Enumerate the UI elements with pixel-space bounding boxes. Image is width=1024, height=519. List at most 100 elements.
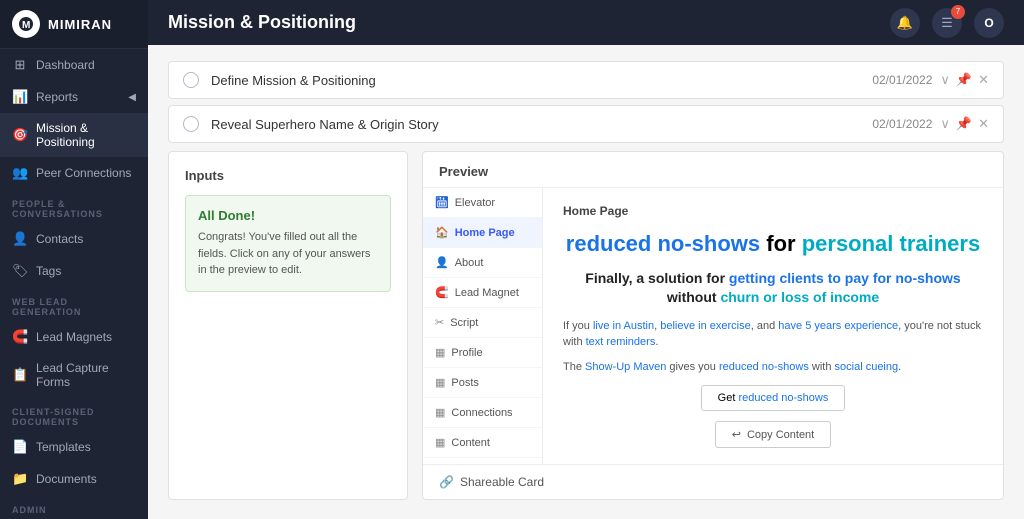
- preview-nav-elevator[interactable]: 🛗 Elevator: [423, 188, 542, 218]
- lead-magnet-nav-icon: 🧲: [435, 286, 449, 299]
- hero-headline-teal[interactable]: personal trainers: [802, 231, 981, 256]
- user-button[interactable]: O: [974, 8, 1004, 38]
- templates-icon: 📄: [12, 439, 28, 455]
- preview-nav-script[interactable]: ✂ Script: [423, 308, 542, 338]
- task-close-2[interactable]: ✕: [978, 116, 989, 132]
- section-label-people: People & Conversations: [0, 189, 148, 223]
- preview-nav-content[interactable]: ▦ Content: [423, 428, 542, 458]
- task-chevron-2[interactable]: ∨: [940, 116, 950, 132]
- body1-mid2: , and: [751, 320, 779, 332]
- posts-icon: ▦: [435, 376, 445, 389]
- preview-nav-about[interactable]: 👤 About: [423, 248, 542, 278]
- body2-link3[interactable]: social cueing: [835, 361, 899, 373]
- task-pin-1[interactable]: 📌: [956, 72, 972, 88]
- body2-mid: gives you: [666, 361, 719, 373]
- logo-text: MIMIRAN: [48, 17, 112, 32]
- all-done-box: All Done! Congrats! You've filled out al…: [185, 195, 391, 292]
- bell-icon: 🔔: [897, 15, 913, 31]
- preview-body: 🛗 Elevator 🏠 Home Page 👤 About 🧲: [423, 187, 1003, 464]
- cta-link[interactable]: reduced no-shows: [738, 392, 828, 404]
- sidebar-item-tags[interactable]: 🏷 Tags: [0, 255, 148, 287]
- task-label-1: Define Mission & Positioning: [211, 73, 872, 88]
- hero-sub: Finally, a solution for getting clients …: [563, 269, 983, 308]
- elevator-icon: 🛗: [435, 196, 449, 209]
- preview-panel: Preview 🛗 Elevator 🏠 Home Page �: [422, 151, 1004, 500]
- sidebar-item-lead-capture[interactable]: 📋 Lead Capture Forms: [0, 353, 148, 397]
- preview-nav-homepage[interactable]: 🏠 Home Page: [423, 218, 542, 248]
- preview-nav-connections-label: Connections: [451, 407, 512, 419]
- task-chevron-1[interactable]: ∨: [940, 72, 950, 88]
- copy-button[interactable]: ↩ Copy Content: [715, 421, 831, 448]
- preview-page-heading: Home Page: [563, 204, 983, 218]
- sidebar-item-mission[interactable]: 🎯 Mission & Positioning: [0, 113, 148, 157]
- menu-button[interactable]: ☰ 7: [932, 8, 962, 38]
- lead-magnets-icon: 🧲: [12, 329, 28, 345]
- preview-nav-content-label: Content: [451, 437, 490, 449]
- inputs-panel: Inputs All Done! Congrats! You've filled…: [168, 151, 408, 500]
- tags-icon: 🏷: [12, 263, 28, 279]
- topbar: Mission & Positioning 🔔 ☰ 7 O: [148, 0, 1024, 45]
- task-actions-2: ∨ 📌 ✕: [940, 116, 989, 132]
- contacts-icon: 👤: [12, 231, 28, 247]
- task-checkbox-2[interactable]: [183, 116, 199, 132]
- mission-icon: 🎯: [12, 127, 28, 143]
- notification-button[interactable]: 🔔: [890, 8, 920, 38]
- task-checkbox-1[interactable]: [183, 72, 199, 88]
- section-label-admin: Admin: [0, 495, 148, 519]
- hero-sub-blue[interactable]: getting clients to pay for no-shows: [729, 270, 961, 286]
- panels: Inputs All Done! Congrats! You've filled…: [168, 151, 1004, 500]
- sidebar-item-documents[interactable]: 📁 Documents: [0, 463, 148, 495]
- sidebar-item-lead-magnets[interactable]: 🧲 Lead Magnets: [0, 321, 148, 353]
- task-close-1[interactable]: ✕: [978, 72, 989, 88]
- section-label-web: Web Lead Generation: [0, 287, 148, 321]
- preview-title: Preview: [423, 152, 1003, 187]
- lead-capture-icon: 📋: [12, 367, 28, 383]
- sidebar-item-dashboard[interactable]: ⊞ Dashboard: [0, 49, 148, 81]
- menu-badge: 7: [951, 5, 965, 19]
- body1-link4[interactable]: text reminders: [586, 336, 656, 348]
- all-done-title: All Done!: [198, 208, 378, 223]
- sidebar-item-mission-label: Mission & Positioning: [36, 121, 136, 149]
- hero-headline-blue[interactable]: reduced no-shows: [566, 231, 760, 256]
- preview-nav-profile[interactable]: ▦ Profile: [423, 338, 542, 368]
- task-actions-1: ∨ 📌 ✕: [940, 72, 989, 88]
- preview-nav-profile-label: Profile: [451, 347, 482, 359]
- sidebar-item-dashboard-label: Dashboard: [36, 58, 95, 72]
- sidebar: M MIMIRAN ⊞ Dashboard 📊 Reports ◀ 🎯 Miss…: [0, 0, 148, 519]
- preview-nav-lead-magnet[interactable]: 🧲 Lead Magnet: [423, 278, 542, 308]
- preview-nav-lead-magnet-label: Lead Magnet: [455, 287, 519, 299]
- logo-icon: M: [12, 10, 40, 38]
- sidebar-item-tags-label: Tags: [36, 264, 61, 278]
- preview-nav-elevator-label: Elevator: [455, 197, 495, 209]
- cta-button[interactable]: Get reduced no-shows: [701, 385, 846, 411]
- sidebar-item-peer-label: Peer Connections: [36, 166, 131, 180]
- preview-content: Home Page reduced no-shows for personal …: [543, 188, 1003, 464]
- preview-nav-connections[interactable]: ▦ Connections: [423, 398, 542, 428]
- dashboard-icon: ⊞: [12, 57, 28, 73]
- page-title: Mission & Positioning: [168, 12, 356, 33]
- shareable-card-icon: 🔗: [439, 475, 454, 489]
- body1-link3[interactable]: have 5 years experience: [778, 320, 898, 332]
- task-pin-2[interactable]: 📌: [956, 116, 972, 132]
- peer-icon: 👥: [12, 165, 28, 181]
- inputs-title: Inputs: [185, 168, 391, 183]
- sidebar-item-templates[interactable]: 📄 Templates: [0, 431, 148, 463]
- body1-link2[interactable]: believe in exercise: [660, 320, 751, 332]
- script-icon: ✂: [435, 316, 444, 329]
- shareable-card-label: Shareable Card: [460, 475, 544, 489]
- preview-nav-posts[interactable]: ▦ Posts: [423, 368, 542, 398]
- shareable-card-row[interactable]: 🔗 Shareable Card: [423, 464, 1003, 499]
- body2-link1[interactable]: Show-Up Maven: [585, 361, 666, 373]
- sidebar-item-contacts[interactable]: 👤 Contacts: [0, 223, 148, 255]
- sidebar-item-reports[interactable]: 📊 Reports ◀: [0, 81, 148, 113]
- body2-link2[interactable]: reduced no-shows: [719, 361, 809, 373]
- sidebar-logo: M MIMIRAN: [0, 0, 148, 49]
- sidebar-item-peer-connections[interactable]: 👥 Peer Connections: [0, 157, 148, 189]
- main-area: Mission & Positioning 🔔 ☰ 7 O Define Mis…: [148, 0, 1024, 519]
- preview-nav-about-label: About: [455, 257, 484, 269]
- body2-suf: with: [809, 361, 835, 373]
- sidebar-item-templates-label: Templates: [36, 440, 91, 454]
- body1-link1[interactable]: live in Austin: [593, 320, 654, 332]
- about-icon: 👤: [435, 256, 449, 269]
- hero-sub-teal[interactable]: churn or loss of income: [720, 289, 879, 305]
